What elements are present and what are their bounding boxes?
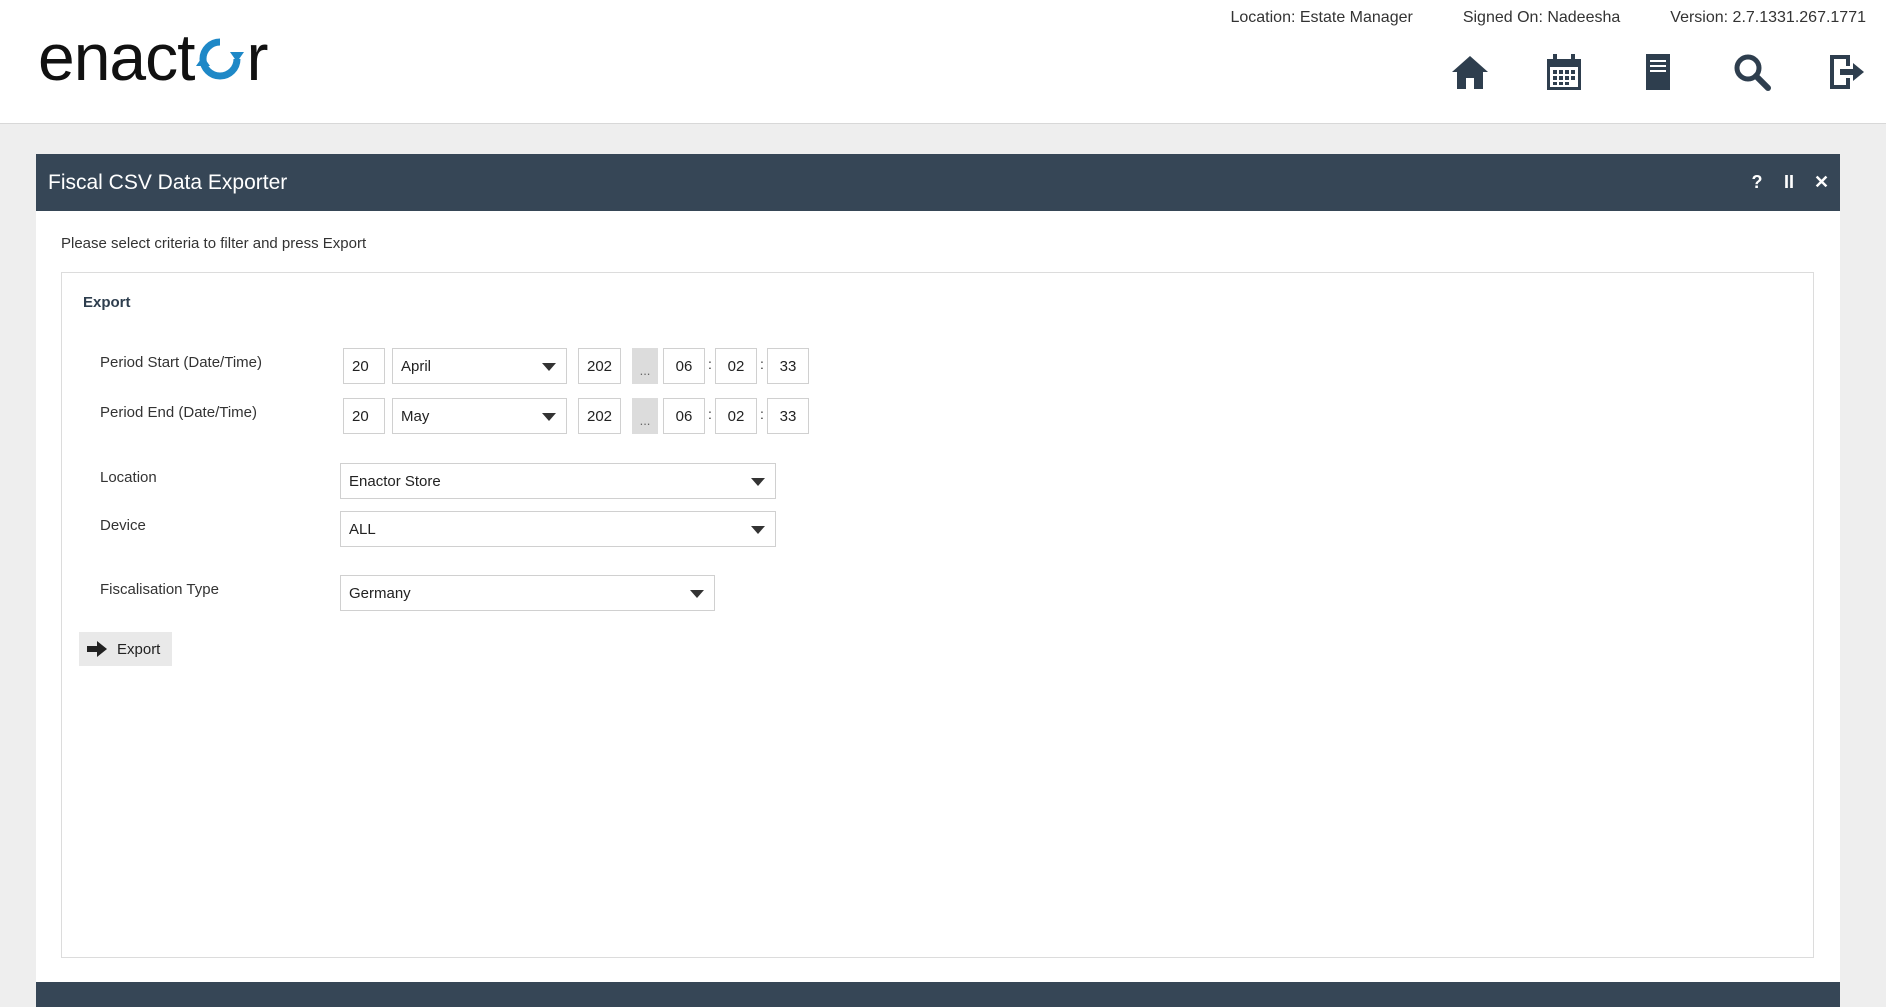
export-button-label: Export <box>117 640 161 658</box>
period-start-year-input[interactable]: 202 <box>578 348 621 384</box>
period-start-day-input[interactable]: 20 <box>343 348 385 384</box>
location-value: Enactor Store <box>349 472 441 490</box>
logo-refresh-o-icon <box>196 38 245 80</box>
period-start-second-input[interactable]: 33 <box>767 348 809 384</box>
home-icon <box>1452 56 1488 89</box>
export-fieldset: Export Period Start (Date/Time) 20 April… <box>61 272 1814 958</box>
device-value: ALL <box>349 520 376 538</box>
search-button[interactable] <box>1732 50 1772 94</box>
panel-footer-bar <box>36 982 1840 1007</box>
logout-button[interactable] <box>1826 50 1866 94</box>
panel-actions: ? II ✕ <box>1750 172 1830 193</box>
enactor-logo[interactable]: enact r <box>38 20 268 94</box>
time-separator: : <box>760 356 764 372</box>
location-label: Location <box>100 469 157 486</box>
period-end-label: Period End (Date/Time) <box>100 404 258 421</box>
fieldset-title: Export <box>83 294 131 311</box>
instructions-text: Please select criteria to filter and pre… <box>61 235 367 252</box>
device-select[interactable]: ALL <box>340 511 776 547</box>
period-end-year-input[interactable]: 202 <box>578 398 621 434</box>
period-start-month-select[interactable]: April <box>392 348 567 384</box>
logout-icon <box>1830 55 1864 89</box>
fiscalisation-type-value: Germany <box>349 584 411 602</box>
chevron-down-icon <box>542 413 556 421</box>
period-start-label: Period Start (Date/Time) <box>100 354 262 371</box>
signed-on-status: Signed On: Nadeesha <box>1462 9 1621 26</box>
device-label: Device <box>100 517 146 534</box>
fiscal-exporter-panel: Fiscal CSV Data Exporter ? II ✕ Please s… <box>36 154 1840 1007</box>
calendar-icon <box>1547 54 1581 90</box>
top-bar: enact r Location: Estate Manager Signed … <box>0 0 1886 124</box>
period-end-month-value: May <box>401 407 430 425</box>
version-status: Version: 2.7.1331.267.1771 <box>1670 9 1866 26</box>
period-start-month-value: April <box>401 357 432 375</box>
period-end-month-select[interactable]: May <box>392 398 567 434</box>
calendar-button[interactable] <box>1544 50 1584 94</box>
period-end-date-picker-button[interactable]: ... <box>632 398 658 434</box>
chevron-down-icon <box>751 478 765 486</box>
chevron-down-icon <box>542 363 556 371</box>
time-separator: : <box>708 406 712 422</box>
period-start-date-picker-button[interactable]: ... <box>632 348 658 384</box>
period-end-minute-input[interactable]: 02 <box>715 398 757 434</box>
notes-icon <box>1646 54 1670 90</box>
period-end-second-input[interactable]: 33 <box>767 398 809 434</box>
top-nav-icons <box>1450 50 1866 94</box>
chevron-down-icon <box>690 590 704 598</box>
time-separator: : <box>708 356 712 372</box>
home-button[interactable] <box>1450 50 1490 94</box>
fiscalisation-type-select[interactable]: Germany <box>340 575 715 611</box>
location-status: Location: Estate Manager <box>1230 9 1413 26</box>
period-end-day-input[interactable]: 20 <box>343 398 385 434</box>
arrow-right-icon <box>87 641 107 657</box>
logo-text-end: r <box>246 20 268 94</box>
export-button[interactable]: Export <box>79 632 172 666</box>
time-separator: : <box>760 406 764 422</box>
panel-title: Fiscal CSV Data Exporter <box>48 170 288 194</box>
chevron-down-icon <box>751 526 765 534</box>
pause-button[interactable]: II <box>1782 172 1796 193</box>
status-line: Location: Estate Manager Signed On: Nade… <box>1230 9 1866 27</box>
panel-header: Fiscal CSV Data Exporter ? II ✕ <box>36 154 1840 211</box>
period-end-hour-input[interactable]: 06 <box>663 398 705 434</box>
logo-text-start: enact <box>38 20 195 94</box>
fiscalisation-type-label: Fiscalisation Type <box>100 581 219 598</box>
period-start-hour-input[interactable]: 06 <box>663 348 705 384</box>
help-button[interactable]: ? <box>1750 172 1764 193</box>
search-icon <box>1734 54 1771 91</box>
close-button[interactable]: ✕ <box>1814 172 1829 193</box>
period-start-minute-input[interactable]: 02 <box>715 348 757 384</box>
notes-button[interactable] <box>1638 50 1678 94</box>
location-select[interactable]: Enactor Store <box>340 463 776 499</box>
